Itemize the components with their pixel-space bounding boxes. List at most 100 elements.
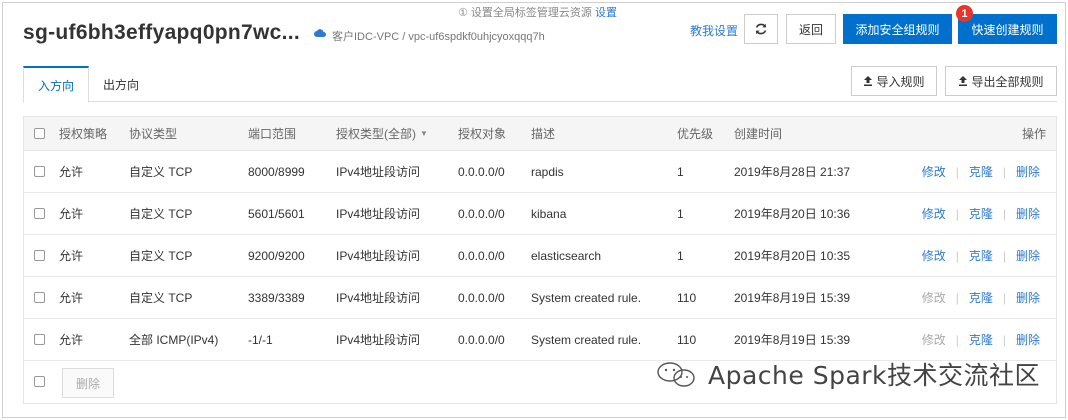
watermark-text: Apache Spark技术交流社区 xyxy=(708,361,1041,390)
cell-priority: 1 xyxy=(677,248,684,263)
cell-object: 0.0.0.0/0 xyxy=(458,332,505,347)
table-row: 允许 自定义 TCP 8000/8999 IPv4地址段访问 0.0.0.0/0 rapd… xyxy=(24,151,1056,193)
cell-created-time: 2019年8月20日 10:35 xyxy=(734,249,851,263)
header-auth-type-label: 授权类型(全部) xyxy=(336,127,416,141)
table-header: 授权策略 协议类型 端口范围 授权类型(全部) ▼ 授权对象 描述 优先级 创建时… xyxy=(24,117,1056,151)
action-divider: | xyxy=(1002,248,1006,263)
security-group-title: sg-uf6bh3effyapq0pn7wc... xyxy=(23,21,301,44)
quick-create-rule-button[interactable]: 快速创建规则 xyxy=(958,14,1057,44)
table-row: 允许 自定义 TCP 5601/5601 IPv4地址段访问 0.0.0.0/0 kiba… xyxy=(24,193,1056,235)
row-actions: 修改 | 克隆 | 删除 xyxy=(922,277,1040,318)
cell-object: 0.0.0.0/0 xyxy=(458,206,505,221)
vpc-path: 客户IDC-VPC / vpc-uf6spdkf0uhjcyoxqqq7h xyxy=(332,31,545,43)
delete-rule-link[interactable]: 删除 xyxy=(1016,289,1040,306)
table-row: 允许 自定义 TCP 9200/9200 IPv4地址段访问 0.0.0.0/0 elas… xyxy=(24,235,1056,277)
action-divider: | xyxy=(1002,206,1006,221)
import-rules-button[interactable]: 导入规则 xyxy=(851,66,937,96)
tag-notice-text: ① 设置全局标签管理云资源 xyxy=(458,7,592,19)
delete-rule-link[interactable]: 删除 xyxy=(1016,205,1040,222)
header-port: 端口范围 xyxy=(248,127,297,141)
cell-auth-type: IPv4地址段访问 xyxy=(336,165,421,179)
add-security-rule-button[interactable]: 添加安全组规则 xyxy=(843,14,952,44)
header-object: 授权对象 xyxy=(458,127,507,141)
row-actions: 修改 | 克隆 | 删除 xyxy=(922,319,1040,360)
tab-inbound[interactable]: 入方向 xyxy=(23,66,89,103)
cell-policy: 允许 xyxy=(59,333,84,347)
cell-protocol: 自定义 TCP xyxy=(129,165,193,179)
edit-rule-link[interactable]: 修改 xyxy=(922,247,946,264)
notification-badge: 1 xyxy=(956,5,973,22)
edit-rule-link[interactable]: 修改 xyxy=(922,205,946,222)
cell-policy: 允许 xyxy=(59,291,84,305)
cell-port: 8000/8999 xyxy=(248,164,305,179)
help-setup-link[interactable]: 教我设置 xyxy=(690,22,738,39)
edit-rule-link: 修改 xyxy=(921,291,946,305)
action-divider: | xyxy=(955,206,959,221)
footer-select-all-checkbox[interactable] xyxy=(34,376,45,387)
cell-created-time: 2019年8月19日 15:39 xyxy=(734,333,851,347)
tag-notice-link[interactable]: 设置 xyxy=(595,7,617,19)
row-checkbox[interactable] xyxy=(34,249,45,261)
header-priority: 优先级 xyxy=(677,127,714,141)
cell-description: rapdis xyxy=(531,164,564,179)
action-divider: | xyxy=(955,290,959,305)
row-actions: 修改 | 克隆 | 删除 xyxy=(922,151,1040,192)
tab-outbound[interactable]: 出方向 xyxy=(89,66,153,103)
cell-object: 0.0.0.0/0 xyxy=(458,248,505,263)
cell-port: 9200/9200 xyxy=(248,248,305,263)
clone-rule-link[interactable]: 克隆 xyxy=(969,289,993,306)
cell-auth-type: IPv4地址段访问 xyxy=(336,291,421,305)
delete-rule-link[interactable]: 删除 xyxy=(1016,163,1040,180)
row-actions: 修改 | 克隆 | 删除 xyxy=(922,235,1040,276)
header-actions: 操作 xyxy=(1021,127,1046,141)
table-row: 允许 自定义 TCP 3389/3389 IPv4地址段访问 0.0.0.0/0 Syst… xyxy=(24,277,1056,319)
action-divider: | xyxy=(955,248,959,263)
refresh-button[interactable] xyxy=(744,14,778,44)
header-description: 描述 xyxy=(531,127,556,141)
action-divider: | xyxy=(955,164,959,179)
clone-rule-link[interactable]: 克隆 xyxy=(969,205,993,222)
clone-rule-link[interactable]: 克隆 xyxy=(969,247,993,264)
table-row: 允许 全部 ICMP(IPv4) -1/-1 IPv4地址段访问 0.0.0.0/0 Sy… xyxy=(24,319,1056,361)
cell-object: 0.0.0.0/0 xyxy=(458,164,505,179)
tag-notice: ① 设置全局标签管理云资源 设置 xyxy=(458,4,617,20)
cell-created-time: 2019年8月20日 10:36 xyxy=(734,207,851,221)
upload-icon xyxy=(959,76,968,86)
wechat-icon xyxy=(657,362,695,387)
row-checkbox[interactable] xyxy=(34,333,45,345)
cell-protocol: 自定义 TCP xyxy=(129,291,193,305)
bulk-delete-button[interactable]: 删除 xyxy=(62,368,114,398)
export-all-rules-button[interactable]: 导出全部规则 xyxy=(945,66,1057,96)
cell-created-time: 2019年8月19日 15:39 xyxy=(734,291,851,305)
row-actions: 修改 | 克隆 | 删除 xyxy=(922,193,1040,234)
cell-priority: 1 xyxy=(677,164,684,179)
row-checkbox[interactable] xyxy=(34,207,45,219)
edit-rule-link[interactable]: 修改 xyxy=(922,163,946,180)
clone-rule-link[interactable]: 克隆 xyxy=(969,331,993,348)
cell-created-time: 2019年8月28日 21:37 xyxy=(734,165,851,179)
header-policy: 授权策略 xyxy=(59,127,108,141)
cell-priority: 110 xyxy=(677,332,697,347)
action-divider: | xyxy=(1002,332,1006,347)
cell-protocol: 自定义 TCP xyxy=(129,249,193,263)
header-auth-type[interactable]: 授权类型(全部) ▼ xyxy=(336,117,428,150)
dropdown-caret-icon: ▼ xyxy=(420,129,428,138)
cell-policy: 允许 xyxy=(59,207,84,221)
export-all-rules-label: 导出全部规则 xyxy=(971,74,1044,89)
action-divider: | xyxy=(955,332,959,347)
cell-description: System created rule. xyxy=(531,290,642,305)
delete-rule-link[interactable]: 删除 xyxy=(1016,331,1040,348)
edit-rule-link: 修改 xyxy=(921,333,946,347)
row-checkbox[interactable] xyxy=(34,291,45,303)
back-button[interactable]: 返回 xyxy=(786,14,836,44)
cell-protocol: 全部 ICMP(IPv4) xyxy=(129,333,219,347)
cloud-icon xyxy=(314,29,326,37)
cell-auth-type: IPv4地址段访问 xyxy=(336,333,421,347)
cell-protocol: 自定义 TCP xyxy=(129,207,193,221)
select-all-checkbox[interactable] xyxy=(34,127,45,139)
header-created-time: 创建时间 xyxy=(734,127,783,141)
row-checkbox[interactable] xyxy=(34,165,45,177)
clone-rule-link[interactable]: 克隆 xyxy=(969,163,993,180)
header-protocol: 协议类型 xyxy=(129,127,178,141)
delete-rule-link[interactable]: 删除 xyxy=(1016,247,1040,264)
